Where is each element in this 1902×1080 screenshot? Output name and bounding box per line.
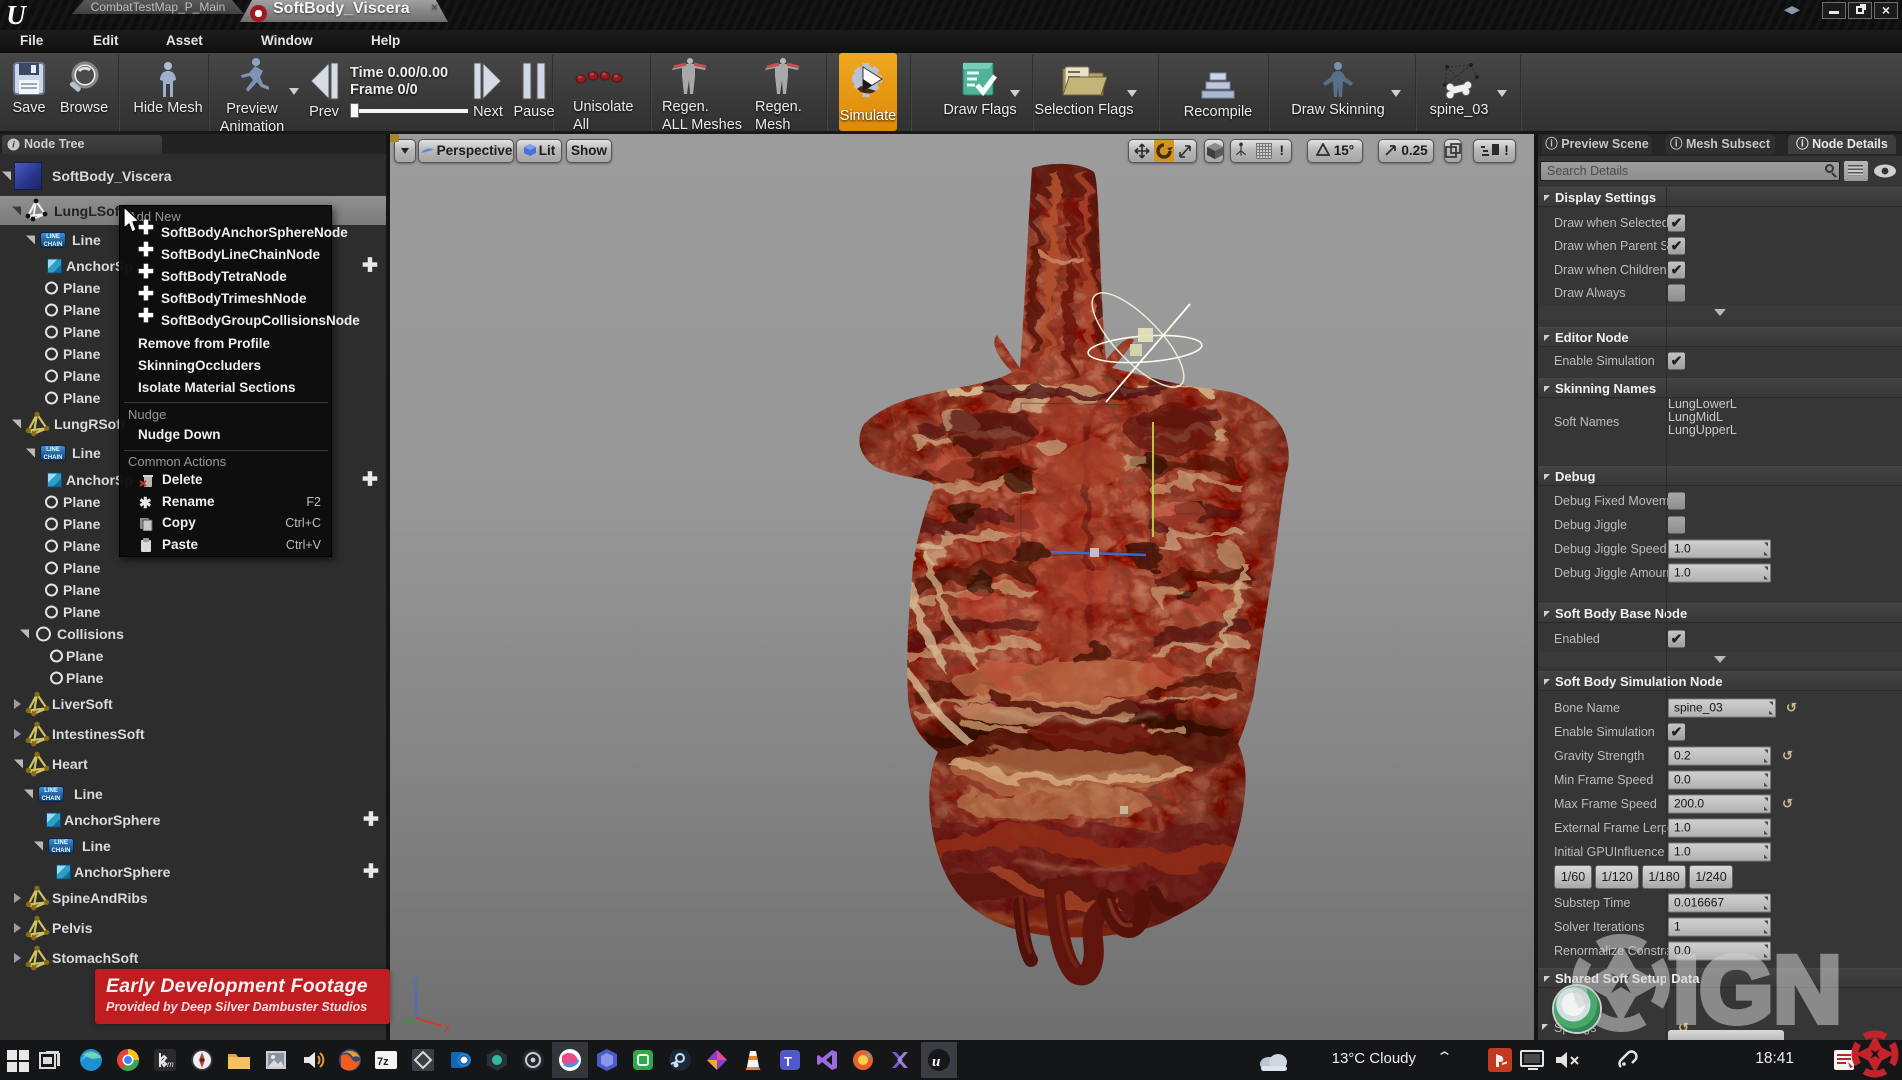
svg-text:X: X <box>444 1024 451 1034</box>
svg-text:T: T <box>784 1054 792 1069</box>
svg-text:7z: 7z <box>377 1056 389 1068</box>
svg-text:Z: Z <box>412 976 418 987</box>
svg-text:IGN: IGN <box>1673 937 1842 1037</box>
svg-text:u: u <box>932 1054 940 1070</box>
svg-text:m: m <box>167 1060 174 1069</box>
